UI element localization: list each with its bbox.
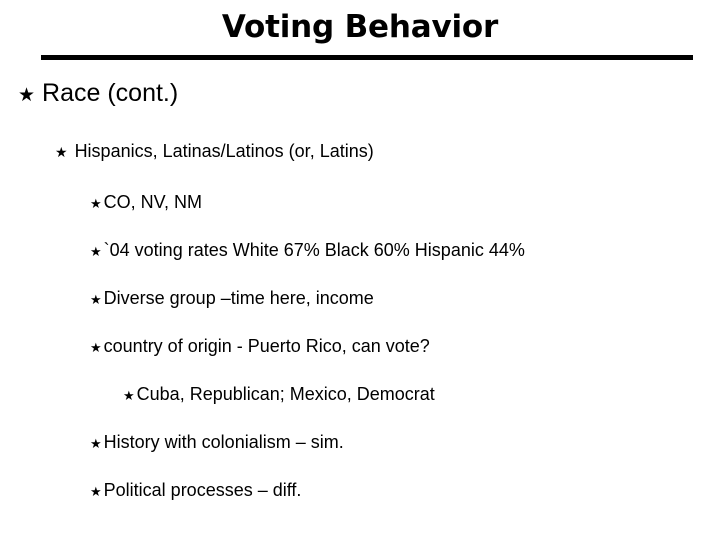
list-item: ★ Diverse group –time here, income <box>90 287 374 309</box>
list-item: ★ Race (cont.) <box>18 78 178 108</box>
list-item-label: Diverse group –time here, income <box>103 288 374 308</box>
list-item: ★ `04 voting rates White 67% Black 60% H… <box>90 239 525 261</box>
list-item: ★ Hispanics, Latinas/Latinos (or, Latins… <box>55 140 374 162</box>
star-bullet-icon: ★ <box>90 245 102 260</box>
star-bullet-icon: ★ <box>90 485 102 500</box>
star-bullet-icon: ★ <box>90 197 102 212</box>
list-item-label: Political processes – diff. <box>103 480 302 500</box>
page-title: Voting Behavior <box>221 9 499 45</box>
list-item-label: CO, NV, NM <box>103 192 203 212</box>
list-item-label: `04 voting rates White 67% Black 60% His… <box>103 240 525 260</box>
list-item: ★ History with colonialism – sim. <box>90 431 344 453</box>
list-item-label: country of origin - Puerto Rico, can vot… <box>103 336 430 356</box>
list-item-label: Hispanics, Latinas/Latinos (or, Latins) <box>74 141 374 161</box>
star-bullet-icon: ★ <box>90 293 102 308</box>
list-item: ★ CO, NV, NM <box>90 191 202 213</box>
star-bullet-icon: ★ <box>18 84 36 106</box>
list-item: ★ Political processes – diff. <box>90 479 301 501</box>
star-bullet-icon: ★ <box>90 437 102 452</box>
list-item-label: History with colonialism – sim. <box>103 432 344 452</box>
title-divider <box>41 55 693 60</box>
star-bullet-icon: ★ <box>55 145 68 161</box>
star-bullet-icon: ★ <box>123 389 135 404</box>
slide-canvas: Voting Behavior ★ Race (cont.) ★ Hispani… <box>0 0 720 540</box>
list-item-label: Cuba, Republican; Mexico, Democrat <box>136 384 435 404</box>
star-bullet-icon: ★ <box>90 341 102 356</box>
list-item: ★ Cuba, Republican; Mexico, Democrat <box>123 383 435 405</box>
list-item-label: Race (cont.) <box>42 79 179 107</box>
list-item: ★ country of origin - Puerto Rico, can v… <box>90 335 430 357</box>
